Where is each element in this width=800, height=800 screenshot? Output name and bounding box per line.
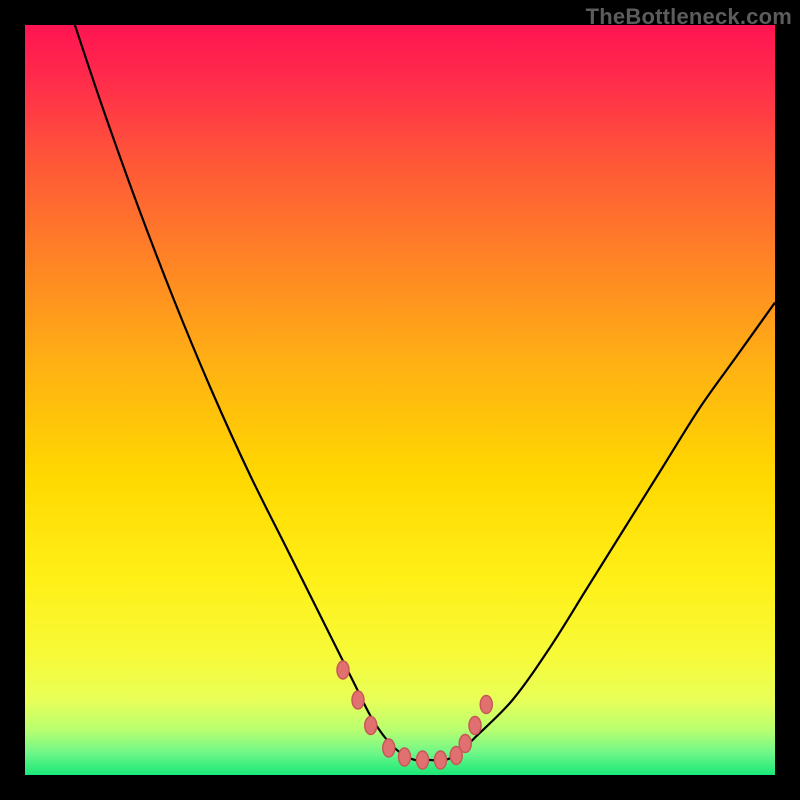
watermark-text: TheBottleneck.com: [586, 4, 792, 30]
curve-marker: [383, 739, 395, 757]
curve-marker: [352, 691, 364, 709]
bottleneck-curve: [63, 25, 776, 761]
curve-marker: [480, 696, 492, 714]
marker-group: [337, 661, 492, 769]
curve-marker: [337, 661, 349, 679]
curve-marker: [399, 748, 411, 766]
plot-area: [25, 25, 775, 775]
curve-marker: [435, 751, 447, 769]
curve-marker: [459, 735, 471, 753]
chart-frame: TheBottleneck.com: [0, 0, 800, 800]
curve-marker: [365, 717, 377, 735]
curve-marker: [417, 751, 429, 769]
curve-marker: [469, 717, 481, 735]
curve-layer: [25, 25, 775, 775]
